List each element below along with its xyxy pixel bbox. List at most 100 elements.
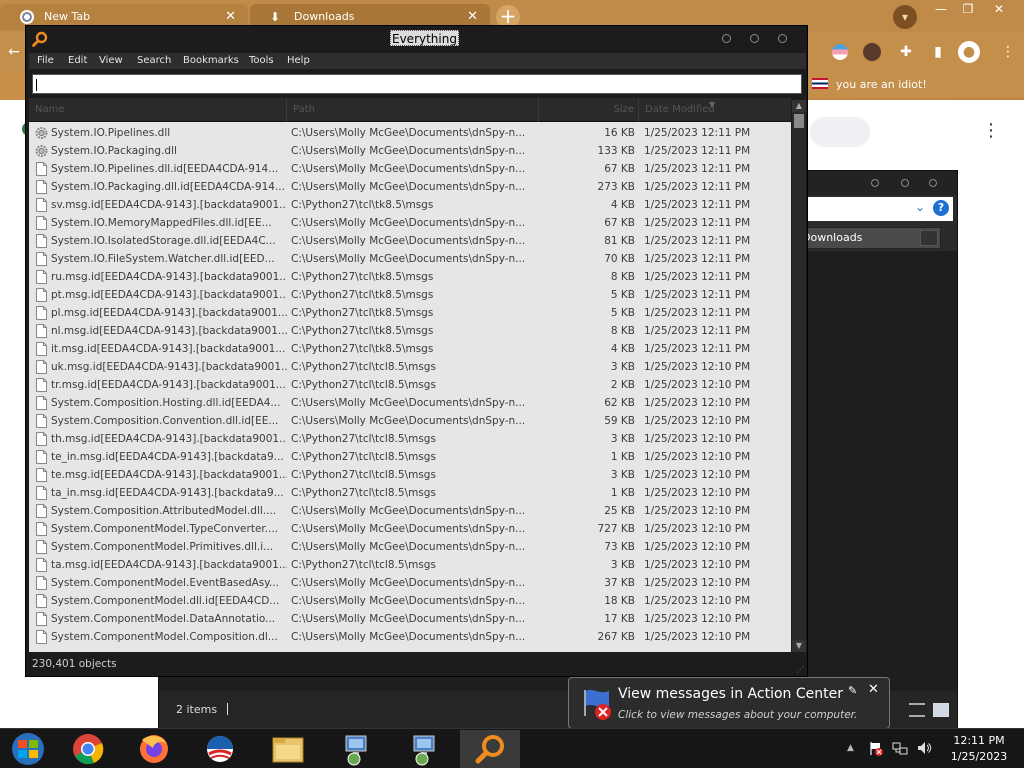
file-size: 59 KB <box>604 415 635 427</box>
file-name: System.Composition.Hosting.dll.id[EEDA4.… <box>51 397 281 409</box>
kebab-menu-icon[interactable]: ⋮ <box>998 42 1018 62</box>
search-icon[interactable] <box>920 230 938 246</box>
taskbar-obama-app[interactable] <box>190 730 250 768</box>
action-center-flag-icon[interactable] <box>868 740 884 756</box>
table-row[interactable]: System.IO.FileSystem.Watcher.dll.id[EED.… <box>29 250 791 268</box>
vertical-scrollbar[interactable]: ▲ ▼ <box>792 100 806 652</box>
column-name[interactable]: Name <box>29 98 287 122</box>
restore-button[interactable]: ❐ <box>955 2 981 18</box>
taskbar-network-app-2[interactable] <box>394 730 454 768</box>
table-row[interactable]: System.Composition.Convention.dll.id[EE.… <box>29 412 791 430</box>
file-name: uk.msg.id[EEDA4CDA-9143].[backdata9001..… <box>51 361 287 373</box>
table-row[interactable]: te_in.msg.id[EEDA4CDA-9143].[backdata9..… <box>29 448 791 466</box>
column-path[interactable]: Path <box>287 98 539 122</box>
minimize-button[interactable]: — <box>928 2 954 18</box>
table-row[interactable]: System.IO.Pipelines.dll.id[EEDA4CDA-914.… <box>29 160 791 178</box>
volume-icon[interactable] <box>916 740 932 756</box>
file-name: it.msg.id[EEDA4CDA-9143].[backdata9001..… <box>51 343 286 355</box>
file-size: 1 KB <box>610 487 635 499</box>
menu-help[interactable]: Help <box>287 53 310 69</box>
taskbar-everything[interactable] <box>460 730 520 768</box>
obama-logo-icon <box>207 736 233 762</box>
close-icon[interactable]: ✕ <box>868 682 879 697</box>
file-date: 1/25/2023 12:11 PM <box>644 127 751 139</box>
close-button[interactable] <box>778 34 787 43</box>
puzzle-icon[interactable]: ✚ <box>896 42 916 62</box>
taskbar-file-explorer[interactable] <box>258 730 318 768</box>
table-row[interactable]: pl.msg.id[EEDA4CDA-9143].[backdata9001..… <box>29 304 791 322</box>
scroll-thumb[interactable] <box>794 114 804 128</box>
table-row[interactable]: System.IO.IsolatedStorage.dll.id[EEDA4C.… <box>29 232 791 250</box>
file-name: System.IO.FileSystem.Watcher.dll.id[EED.… <box>51 253 275 265</box>
table-row[interactable]: th.msg.id[EEDA4CDA-9143].[backdata9001..… <box>29 430 791 448</box>
maximize-button[interactable] <box>901 179 909 187</box>
back-icon[interactable]: ← <box>4 42 24 62</box>
table-row[interactable]: System.IO.MemoryMappedFiles.dll.id[EE...… <box>29 214 791 232</box>
action-center-balloon[interactable]: View messages in Action Center Click to … <box>568 677 891 738</box>
table-row[interactable]: System.ComponentModel.dll.id[EEDA4CD... C… <box>29 592 791 610</box>
column-size[interactable]: Size <box>539 98 639 122</box>
resize-grip-icon[interactable]: ⋰ <box>796 665 804 674</box>
chevron-down-icon[interactable]: ▾ <box>893 5 917 29</box>
table-row[interactable]: System.IO.Packaging.dll.id[EEDA4CDA-914.… <box>29 178 791 196</box>
help-icon[interactable]: ? <box>933 200 949 216</box>
minimize-button[interactable] <box>722 34 731 43</box>
table-row[interactable]: System.Composition.AttributedModel.dll..… <box>29 502 791 520</box>
search-pill[interactable] <box>810 117 870 147</box>
show-hidden-icons[interactable]: ▲ <box>847 743 854 753</box>
close-button[interactable]: ✕ <box>986 2 1012 18</box>
menu-file[interactable]: File <box>37 53 54 69</box>
menu-tools[interactable]: Tools <box>249 53 274 69</box>
minimize-button[interactable] <box>871 179 879 187</box>
taskbar-chrome[interactable] <box>58 730 118 768</box>
table-row[interactable]: tr.msg.id[EEDA4CDA-9143].[backdata9001..… <box>29 376 791 394</box>
taskbar-firefox[interactable] <box>124 730 184 768</box>
scroll-up-icon[interactable]: ▲ <box>792 100 806 112</box>
table-row[interactable]: sv.msg.id[EEDA4CDA-9143].[backdata9001..… <box>29 196 791 214</box>
tiles-view-icon[interactable] <box>933 703 949 717</box>
table-row[interactable]: nl.msg.id[EEDA4CDA-9143].[backdata9001..… <box>29 322 791 340</box>
chevron-down-icon[interactable]: ⌄ <box>915 200 925 214</box>
file-icon <box>36 342 47 356</box>
start-button[interactable] <box>0 730 60 768</box>
table-row[interactable]: System.IO.Packaging.dll C:\Users\Molly Mc… <box>29 142 791 160</box>
profile-icon[interactable]: ● <box>958 41 980 63</box>
table-row[interactable]: ru.msg.id[EEDA4CDA-9143].[backdata9001..… <box>29 268 791 286</box>
flag-extension-icon[interactable] <box>832 44 848 60</box>
menu-view[interactable]: View <box>99 53 123 69</box>
menu-search[interactable]: Search <box>137 53 171 69</box>
table-row[interactable]: te.msg.id[EEDA4CDA-9143].[backdata9001..… <box>29 466 791 484</box>
table-row[interactable]: System.ComponentModel.EventBasedAsy... C:… <box>29 574 791 592</box>
file-path: C:\Python27\tcl\tk8.5\msgs <box>291 271 434 283</box>
table-row[interactable]: System.ComponentModel.TypeConverter.... C… <box>29 520 791 538</box>
file-path: C:\Users\Molly McGee\Documents\dnSpy-n..… <box>291 235 526 247</box>
close-button[interactable] <box>929 179 937 187</box>
file-name: System.ComponentModel.dll.id[EEDA4CD... <box>51 595 280 607</box>
table-row[interactable]: ta.msg.id[EEDA4CDA-9143].[backdata9001..… <box>29 556 791 574</box>
menu-edit[interactable]: Edit <box>68 53 87 69</box>
maximize-button[interactable] <box>750 34 759 43</box>
network-icon[interactable] <box>892 740 908 756</box>
table-row[interactable]: ta_in.msg.id[EEDA4CDA-9143].[backdata9..… <box>29 484 791 502</box>
search-input[interactable] <box>32 74 802 94</box>
bookmark-item[interactable]: you are an idiot! <box>836 78 927 91</box>
table-row[interactable]: uk.msg.id[EEDA4CDA-9143].[backdata9001..… <box>29 358 791 376</box>
table-row[interactable]: System.ComponentModel.DataAnnotatio... C:… <box>29 610 791 628</box>
table-row[interactable]: System.Composition.Hosting.dll.id[EEDA4.… <box>29 394 791 412</box>
pin-icon[interactable]: ✎ <box>848 684 857 697</box>
table-row[interactable]: System.IO.Pipelines.dll C:\Users\Molly Mc… <box>29 124 791 142</box>
side-panel-icon[interactable]: ▮ <box>928 42 948 62</box>
table-row[interactable]: pt.msg.id[EEDA4CDA-9143].[backdata9001..… <box>29 286 791 304</box>
more-options-icon[interactable]: ⋮ <box>982 120 1000 141</box>
table-row[interactable]: System.ComponentModel.Primitives.dll.i..… <box>29 538 791 556</box>
table-row[interactable]: it.msg.id[EEDA4CDA-9143].[backdata9001..… <box>29 340 791 358</box>
menu-bookmarks[interactable]: Bookmarks <box>183 53 239 69</box>
table-row[interactable]: System.ComponentModel.Composition.dl... C… <box>29 628 791 646</box>
scroll-down-icon[interactable]: ▼ <box>792 640 806 652</box>
taskbar-network-app[interactable] <box>326 730 386 768</box>
system-clock[interactable]: 12:11 PM 1/25/2023 <box>944 733 1014 765</box>
search-input[interactable]: Downloads <box>787 227 941 249</box>
details-view-icon[interactable] <box>909 703 925 717</box>
avatar-extension-icon[interactable] <box>863 43 881 61</box>
file-date: 1/25/2023 12:10 PM <box>644 523 751 535</box>
